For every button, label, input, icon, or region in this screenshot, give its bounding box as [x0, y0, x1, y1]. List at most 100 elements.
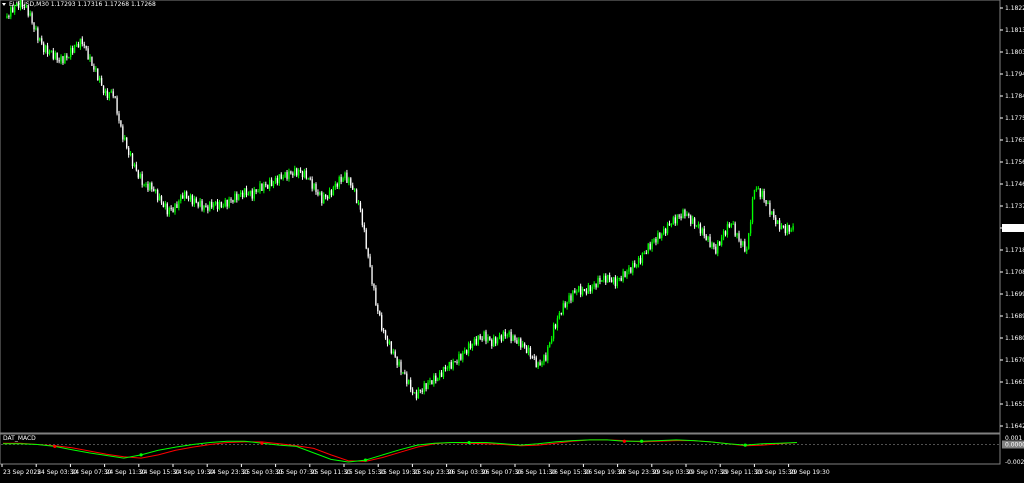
candle-body [653, 238, 655, 242]
candle-body [691, 218, 694, 224]
candle-body [626, 271, 628, 277]
price-label: 1.17750 [1005, 115, 1024, 122]
candle-body [720, 237, 723, 246]
candle-body [523, 343, 526, 347]
candle-body [614, 277, 617, 287]
candle-body [106, 90, 109, 98]
candle-body [564, 303, 566, 307]
candle-body [776, 220, 779, 224]
candle-body [324, 195, 327, 197]
candle-body [330, 190, 333, 196]
candle-body [483, 331, 485, 340]
candle-body [89, 56, 91, 60]
candle-body [129, 153, 132, 155]
candle-body [346, 172, 348, 183]
candle-body [284, 172, 286, 178]
candle-body [373, 283, 375, 288]
candle-body [429, 380, 431, 383]
candle-body [282, 177, 284, 179]
candle-body [66, 55, 68, 58]
candle-body [496, 338, 499, 344]
candle-body [593, 283, 595, 287]
dropdown-triangle-icon[interactable] [2, 3, 6, 6]
candle-body [303, 170, 306, 178]
cross-marker [467, 440, 471, 445]
price-label: 1.17940 [1005, 71, 1024, 78]
candle-body [433, 375, 435, 385]
candle-body [635, 264, 638, 267]
candle-body [62, 56, 64, 64]
price-label: 1.18225 [1005, 5, 1024, 12]
candle-body [135, 164, 138, 171]
candle-body [661, 234, 663, 238]
candle-body [17, 3, 20, 8]
candle-body [491, 339, 493, 347]
candle-body [742, 241, 744, 246]
candle-body [761, 191, 763, 197]
candle-body [336, 183, 338, 187]
chart-window[interactable]: EURUSD,M30 1.17293 1.17316 1.17268 1.172… [0, 0, 1024, 479]
candle-body [773, 211, 775, 218]
candle-body [197, 202, 199, 207]
candle-body [465, 350, 468, 354]
candle-body [574, 290, 576, 293]
candle-body [583, 289, 586, 291]
candle-body [388, 341, 391, 344]
cross-marker [640, 439, 644, 443]
candle-body [253, 189, 255, 199]
cross-marker [363, 458, 368, 462]
candle-body [332, 187, 335, 196]
candle-body [68, 57, 70, 59]
candle-body [158, 196, 161, 201]
candle-body [42, 43, 45, 52]
candle-body [746, 248, 748, 252]
candle-body [91, 56, 93, 66]
candle-body [566, 302, 568, 307]
candle-body [149, 183, 151, 191]
candle-body [709, 236, 711, 248]
candle-body [695, 226, 698, 228]
candle-body [587, 285, 590, 294]
candle-body [589, 285, 591, 292]
chart-canvas[interactable]: EURUSD,M30 1.17293 1.17316 1.17268 1.172… [0, 0, 1024, 479]
candle-body [23, 7, 26, 9]
price-label: 1.16895 [1005, 313, 1024, 320]
candle-body [267, 184, 269, 189]
candle-body [323, 195, 325, 204]
candle-body [305, 170, 308, 179]
candle-body [228, 199, 230, 207]
candle-body [344, 172, 346, 179]
candle-body [672, 217, 675, 225]
indicator-name: DAT_MACD [3, 435, 36, 442]
candle-body [479, 335, 481, 339]
candle-body [751, 199, 754, 223]
candle-body [421, 390, 423, 392]
candle-body [755, 188, 758, 190]
candle-body [317, 192, 319, 195]
candle-body [568, 295, 570, 303]
candle-body [597, 277, 599, 288]
candle-body [95, 68, 97, 70]
candle-body [603, 275, 605, 281]
candle-body [473, 338, 476, 345]
candle-body [504, 331, 506, 337]
candle-body [514, 335, 516, 341]
price-label: 1.17845 [1005, 93, 1024, 100]
candle-body [676, 215, 678, 224]
candle-body [270, 179, 273, 186]
candle-body [58, 60, 60, 62]
candle-body [21, 0, 24, 8]
candle-body [83, 44, 85, 46]
indicator-axis-label: 0.0000 [1005, 441, 1024, 448]
candle-body [765, 200, 767, 204]
candle-body [394, 351, 396, 357]
candle-body [666, 223, 669, 234]
candle-body [724, 231, 727, 235]
candle-body [730, 223, 732, 227]
candle-body [367, 248, 369, 257]
candle-body [160, 196, 163, 203]
candle-body [552, 324, 555, 339]
candle-body [93, 65, 95, 70]
candle-body [769, 202, 771, 215]
candle-body [104, 90, 107, 94]
